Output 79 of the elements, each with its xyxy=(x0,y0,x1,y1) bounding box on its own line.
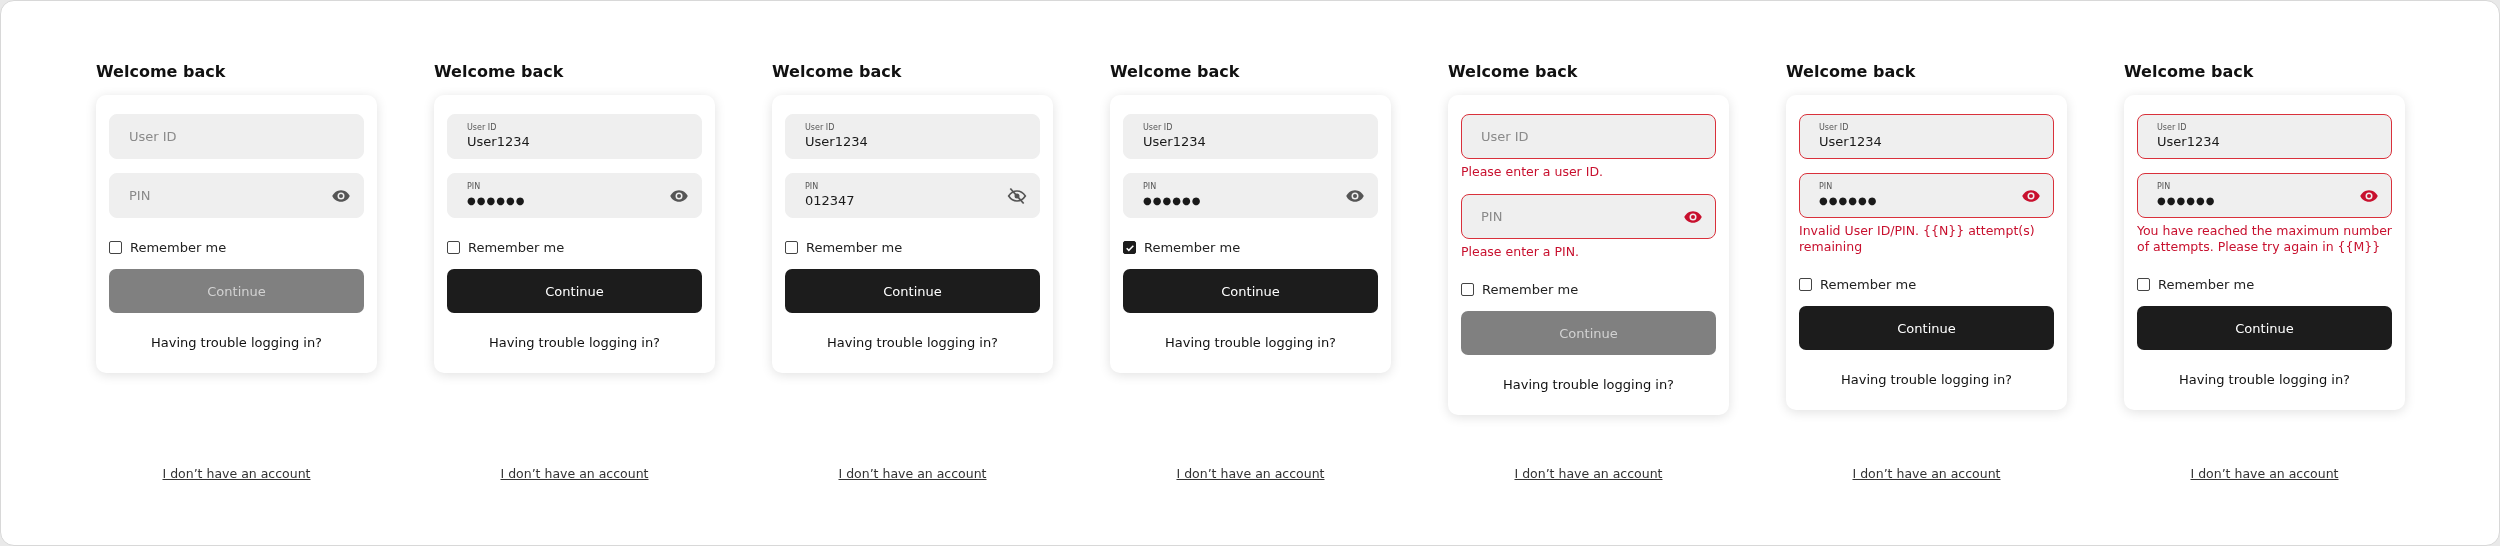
pin-field[interactable]: PIN ●●●●●● xyxy=(1799,173,2054,218)
field-value: ●●●●●● xyxy=(1143,194,1202,208)
checkbox[interactable] xyxy=(1461,283,1474,296)
user-id-field[interactable]: User ID User1234 xyxy=(785,114,1040,159)
user-id-field[interactable]: User ID User1234 xyxy=(1123,114,1378,159)
form-title: Welcome back xyxy=(1448,61,1579,83)
no-account-link[interactable]: I don’t have an account xyxy=(838,466,987,481)
checkbox-label: Remember me xyxy=(1482,282,1579,297)
user-id-field[interactable]: User ID User1234 xyxy=(2137,114,2392,159)
field-placeholder: User ID xyxy=(1481,129,1529,144)
error-message: You have reached the maximum number of attempts. Please try again in {{M}} xyxy=(2137,223,2392,255)
user-id-field[interactable]: User ID User1234 xyxy=(1799,114,2054,159)
trouble-link[interactable]: Having trouble logging in? xyxy=(1164,335,1337,350)
trouble-link[interactable]: Having trouble logging in? xyxy=(488,335,661,350)
continue-button[interactable]: Continue xyxy=(447,269,702,313)
form-title: Welcome back xyxy=(96,61,227,83)
field-value: ●●●●●● xyxy=(467,194,526,208)
user-id-field[interactable]: User ID User1234 xyxy=(447,114,702,159)
error-message: Please enter a user ID. xyxy=(1461,164,1604,180)
error-message: Invalid User ID/PIN. {{N}} attempt(s) remaining xyxy=(1799,223,2036,255)
continue-button[interactable]: Continue xyxy=(2137,306,2392,350)
form-title: Welcome back xyxy=(1786,61,1917,83)
checkbox[interactable] xyxy=(2137,278,2150,291)
trouble-link[interactable]: Having trouble logging in? xyxy=(826,335,999,350)
trouble-link[interactable]: Having trouble logging in? xyxy=(150,335,323,350)
trouble-link[interactable]: Having trouble logging in? xyxy=(2178,372,2351,387)
form-title: Welcome back xyxy=(434,61,565,83)
continue-button[interactable]: Continue xyxy=(785,269,1040,313)
field-value: ●●●●●● xyxy=(2157,194,2216,208)
form-title: Welcome back xyxy=(772,61,903,83)
checkbox[interactable] xyxy=(447,241,460,254)
pin-field[interactable]: PIN ●●●●●● xyxy=(447,173,702,218)
field-label: PIN xyxy=(467,181,481,192)
field-placeholder: PIN xyxy=(1481,209,1503,224)
field-value: 012347 xyxy=(805,192,855,210)
field-value: ●●●●●● xyxy=(1819,194,1878,208)
checkbox-label: Remember me xyxy=(2158,277,2255,292)
field-placeholder: PIN xyxy=(129,188,151,203)
checkbox-label: Remember me xyxy=(806,240,903,255)
checkbox-label: Remember me xyxy=(1820,277,1917,292)
field-value: User1234 xyxy=(805,133,868,151)
field-value: User1234 xyxy=(2157,133,2220,151)
continue-button[interactable]: Continue xyxy=(1123,269,1378,313)
checkbox[interactable] xyxy=(785,241,798,254)
checkbox-label: Remember me xyxy=(130,240,227,255)
form-title: Welcome back xyxy=(2124,61,2255,83)
field-label: User ID xyxy=(467,122,497,133)
field-label: PIN xyxy=(2157,181,2171,192)
error-message: Please enter a PIN. xyxy=(1461,244,1581,260)
field-label: User ID xyxy=(1819,122,1849,133)
field-value: User1234 xyxy=(1143,133,1206,151)
no-account-link[interactable]: I don’t have an account xyxy=(1514,466,1663,481)
checkbox-label: Remember me xyxy=(1144,240,1241,255)
checkbox[interactable] xyxy=(1123,241,1136,254)
field-label: User ID xyxy=(2157,122,2187,133)
field-label: PIN xyxy=(805,181,819,192)
trouble-link[interactable]: Having trouble logging in? xyxy=(1502,377,1675,392)
trouble-link[interactable]: Having trouble logging in? xyxy=(1840,372,2013,387)
pin-field[interactable]: PIN ●●●●●● xyxy=(2137,173,2392,218)
form-title: Welcome back xyxy=(1110,61,1241,83)
field-placeholder: User ID xyxy=(129,129,177,144)
no-account-link[interactable]: I don’t have an account xyxy=(2190,466,2339,481)
pin-field[interactable]: PIN ●●●●●● xyxy=(1123,173,1378,218)
field-value: User1234 xyxy=(467,133,530,151)
eye-slash-icon[interactable] xyxy=(1007,185,1027,206)
field-label: User ID xyxy=(805,122,835,133)
checkbox-label: Remember me xyxy=(468,240,565,255)
field-label: PIN xyxy=(1819,181,1833,192)
field-label: User ID xyxy=(1143,122,1173,133)
field-label: PIN xyxy=(1143,181,1157,192)
no-account-link[interactable]: I don’t have an account xyxy=(1176,466,1325,481)
no-account-link[interactable]: I don’t have an account xyxy=(162,466,311,481)
no-account-link[interactable]: I don’t have an account xyxy=(1852,466,2001,481)
no-account-link[interactable]: I don’t have an account xyxy=(500,466,649,481)
checkbox[interactable] xyxy=(109,241,122,254)
field-value: User1234 xyxy=(1819,133,1882,151)
checkbox[interactable] xyxy=(1799,278,1812,291)
continue-button[interactable]: Continue xyxy=(1799,306,2054,350)
pin-field[interactable]: PIN 012347 xyxy=(785,173,1040,218)
